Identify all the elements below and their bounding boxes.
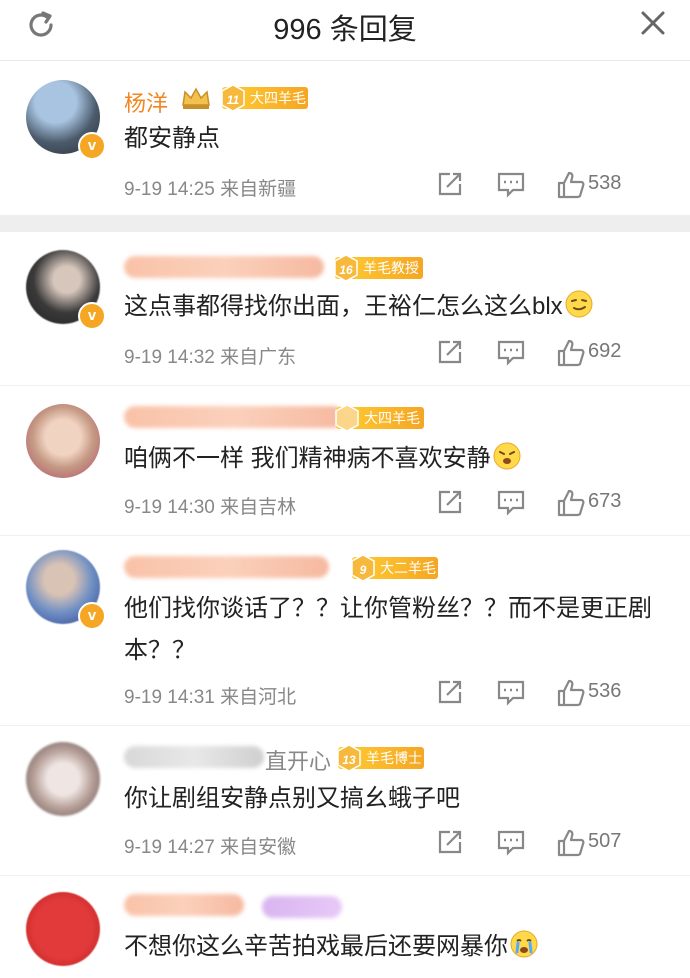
comment-actions: 692 (436, 338, 666, 370)
comment-item: v 16 羊毛教授 这点事都得找你出面，王裕仁怎么这么blx 9-19 14:3… (0, 232, 690, 382)
commenter-badge-blurred (262, 896, 342, 918)
comment-source: 来自新疆 (220, 179, 297, 200)
comment-item: v 9 大二羊毛 他们找你谈话了？？让你管粉丝？？而不是更正剧本？？ 9-19 … (0, 535, 690, 726)
fan-level: 13 (342, 753, 356, 767)
like-icon[interactable] (556, 678, 586, 708)
comment-time: 9-19 14:27 (124, 837, 215, 858)
comment-actions: 673 (436, 488, 666, 520)
fan-badge[interactable]: 9 大二羊毛 (351, 554, 438, 582)
comment-text-content: 不想你这么辛苦拍戏最后还要网暴你 (124, 933, 508, 960)
verified-badge: v (78, 602, 106, 630)
commenter-name-tail[interactable]: 直开心 (265, 744, 331, 776)
header: 996 条回复 (0, 0, 690, 61)
comment-time: 9-19 14:31 (124, 687, 215, 708)
like-icon[interactable] (556, 488, 586, 518)
share-icon[interactable] (436, 170, 464, 198)
comment-icon[interactable] (496, 488, 526, 516)
fan-badge[interactable]: 16 羊毛教授 (334, 254, 423, 282)
like-count: 692 (588, 340, 622, 362)
like-icon[interactable] (556, 170, 586, 200)
share-icon[interactable] (436, 678, 464, 706)
comment-icon[interactable] (496, 828, 526, 856)
like-count: 507 (588, 830, 622, 852)
crying-emoji (510, 930, 538, 958)
commenter-name-blurred (124, 406, 344, 428)
fan-level: 11 (226, 93, 240, 107)
comment-actions: 538 (436, 170, 666, 202)
comment-source: 来自吉林 (220, 497, 297, 518)
comment-icon[interactable] (496, 678, 526, 706)
fan-badge[interactable]: 大四羊毛 (335, 404, 424, 432)
comment-meta: 9-19 14:30 来自吉林 (124, 492, 296, 519)
comment-item: v 杨洋 11 大四羊毛 都安静点 9-19 14:25 来自新疆 538 (0, 60, 690, 215)
comment-source: 来自安徽 (220, 837, 297, 858)
fan-badge[interactable]: 11 大四羊毛 (221, 84, 308, 112)
fan-label: 大二羊毛 (380, 560, 436, 576)
fan-label: 大四羊毛 (250, 90, 306, 106)
fan-label: 羊毛博士 (366, 750, 422, 766)
comment-text: 这点事都得找你出面，王裕仁怎么这么blx (124, 286, 660, 328)
cry-emoji (493, 442, 521, 470)
avatar[interactable] (26, 892, 100, 966)
avatar[interactable] (26, 404, 100, 478)
commenter-name-blurred (124, 256, 324, 278)
fan-label: 大四羊毛 (364, 410, 420, 426)
fan-level: 9 (359, 563, 367, 577)
comment-text-content: 咱俩不一样 我们精神病不喜欢安静 (124, 445, 491, 472)
like-icon[interactable] (556, 338, 586, 368)
like-icon[interactable] (556, 828, 586, 858)
page-title: 996 条回复 (273, 14, 417, 46)
comment-icon[interactable] (496, 338, 526, 366)
comment-text-content: 这点事都得找你出面，王裕仁怎么这么blx (124, 293, 563, 320)
fan-level: 16 (339, 263, 353, 277)
comment-meta: 9-19 14:31 来自河北 (124, 682, 296, 709)
fan-label: 羊毛教授 (363, 260, 419, 276)
comment-source: 来自广东 (220, 347, 297, 368)
commenter-name-blurred (124, 894, 244, 916)
like-count: 536 (588, 680, 622, 702)
comment-text: 你让剧组安静点别又搞幺蛾子吧 (124, 785, 460, 812)
crown-icon (182, 87, 210, 109)
comment-source: 来自河北 (220, 687, 297, 708)
comment-icon[interactable] (496, 170, 526, 198)
fan-badge[interactable]: 13 羊毛博士 (337, 744, 424, 772)
comment-meta: 9-19 14:25 来自新疆 (124, 174, 296, 201)
comment-actions: 536 (436, 678, 666, 710)
comment-text: 他们找你谈话了？？让你管粉丝？？而不是更正剧本？？ (124, 595, 652, 664)
comment-actions: 507 (436, 828, 666, 860)
comment-text: 不想你这么辛苦拍戏最后还要网暴你 (124, 926, 660, 968)
commenter-name-blurred (124, 746, 264, 768)
comment-time: 9-19 14:32 (124, 347, 215, 368)
like-count: 538 (588, 172, 622, 194)
comment-time: 9-19 14:30 (124, 497, 215, 518)
comment-meta: 9-19 14:32 来自广东 (124, 342, 296, 369)
comment-text: 都安静点 (124, 125, 220, 152)
share-icon[interactable] (436, 338, 464, 366)
like-count: 673 (588, 490, 622, 512)
verified-badge: v (78, 302, 106, 330)
share-icon[interactable] (436, 828, 464, 856)
comment-meta: 9-19 14:27 来自安徽 (124, 832, 296, 859)
commenter-name[interactable]: 杨洋 (124, 86, 168, 118)
close-icon[interactable] (638, 8, 668, 38)
comment-time: 9-19 14:25 (124, 179, 215, 200)
smirk-emoji (565, 290, 593, 318)
verified-badge: v (78, 132, 106, 160)
share-icon[interactable] (436, 488, 464, 516)
comment-item: 不想你这么辛苦拍戏最后还要网暴你 (0, 875, 690, 978)
comment-text: 咱俩不一样 我们精神病不喜欢安静 (124, 438, 660, 480)
comment-item: 大四羊毛 咱俩不一样 我们精神病不喜欢安静 9-19 14:30 来自吉林 67… (0, 385, 690, 536)
comment-item: 直开心 13 羊毛博士 你让剧组安静点别又搞幺蛾子吧 9-19 14:27 来自… (0, 725, 690, 876)
section-divider (0, 215, 690, 232)
commenter-name-blurred (124, 556, 329, 578)
avatar[interactable] (26, 742, 100, 816)
